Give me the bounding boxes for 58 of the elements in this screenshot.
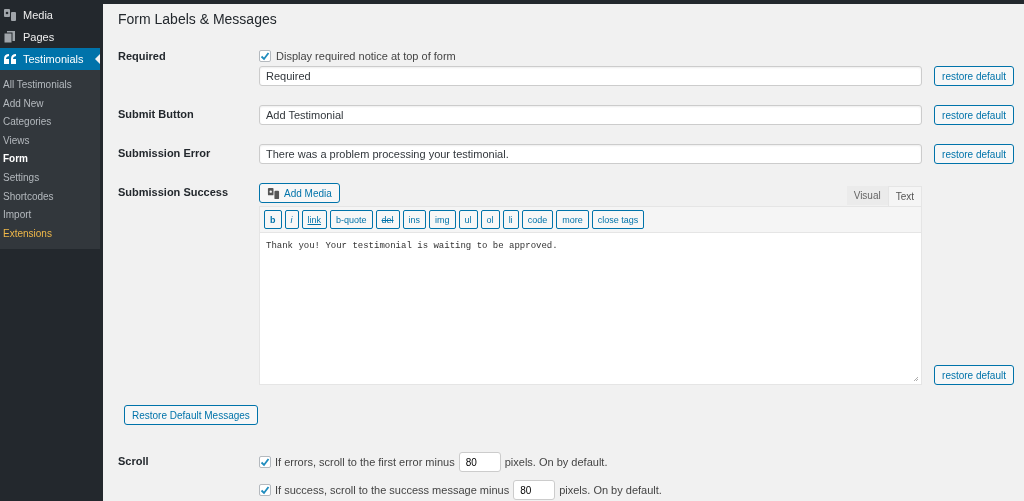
option-label: pixels. On by default. xyxy=(504,456,608,468)
format-button[interactable]: ul xyxy=(458,210,478,229)
submenu-item[interactable]: Add New xyxy=(0,94,100,114)
number-field[interactable]: 80 xyxy=(458,452,501,472)
resize-grip-icon xyxy=(913,376,920,382)
menu-item[interactable]: Pages xyxy=(0,26,100,48)
number-field[interactable]: 80 xyxy=(513,480,556,500)
quote-icon xyxy=(3,53,17,65)
field-label: Scroll xyxy=(118,454,150,469)
format-button[interactable]: code xyxy=(521,210,554,229)
option-label: If errors, scroll to the first error minus xyxy=(275,456,455,468)
editor-tab[interactable]: Visual xyxy=(846,186,888,205)
restore-default-button[interactable]: restore default xyxy=(934,365,1014,385)
submenu-item[interactable]: Categories xyxy=(0,113,100,132)
section-title: Form Labels & Messages xyxy=(118,10,278,29)
checkbox[interactable] xyxy=(259,50,271,62)
submenu-item[interactable]: Shortcodes xyxy=(0,187,100,207)
restore-default-button[interactable]: restore default xyxy=(934,105,1014,125)
option-label: pixels. On by default. xyxy=(559,484,662,496)
format-button[interactable]: del xyxy=(375,210,400,229)
text-field[interactable]: There was a problem processing your testimonial. xyxy=(259,144,923,164)
checkbox[interactable] xyxy=(259,456,271,468)
text-field[interactable]: Required xyxy=(259,66,923,86)
submenu-item[interactable]: Form xyxy=(0,150,100,169)
media-icon xyxy=(3,8,17,22)
option-label: If success, scroll to the success message minus xyxy=(275,484,510,496)
field-label: Required xyxy=(118,49,167,64)
format-button[interactable]: ins xyxy=(402,210,427,229)
field-label: Submission Success xyxy=(118,185,230,200)
checkbox-label: Display required notice at top of form xyxy=(276,50,456,62)
format-button[interactable]: li xyxy=(502,210,519,229)
editor-tab[interactable]: Text xyxy=(887,186,923,206)
format-button[interactable]: link xyxy=(301,210,327,229)
submenu-item[interactable]: Import xyxy=(0,206,100,225)
format-button[interactable]: img xyxy=(429,210,456,229)
menu-item[interactable]: Testimonials xyxy=(0,48,100,70)
text-field[interactable]: Add Testimonial xyxy=(259,105,923,125)
restore-default-messages-button[interactable]: Restore Default Messages xyxy=(124,405,258,425)
submenu-item[interactable]: Settings xyxy=(0,168,100,188)
submenu-item[interactable]: Extensions xyxy=(0,224,100,244)
field-label: Submission Error xyxy=(118,146,212,161)
field-label: Submit Button xyxy=(118,107,195,122)
submenu-item[interactable]: Views xyxy=(0,131,100,151)
restore-default-button[interactable]: restore default xyxy=(934,144,1014,164)
format-button[interactable]: more xyxy=(556,210,589,229)
format-button[interactable]: i xyxy=(284,210,299,229)
submenu-item[interactable]: All Testimonials xyxy=(0,76,100,95)
format-button[interactable]: ol xyxy=(480,210,500,229)
checkbox[interactable] xyxy=(259,484,271,496)
media-icon xyxy=(267,186,280,200)
add-media-button[interactable]: Add Media xyxy=(259,183,340,203)
message-field[interactable]: Thank you! Your testimonial is waiting to be approved. xyxy=(260,233,922,384)
pages-icon xyxy=(3,30,17,44)
format-button[interactable]: b xyxy=(264,210,282,229)
restore-default-button[interactable]: restore default xyxy=(934,66,1014,86)
format-button[interactable]: b-quote xyxy=(330,210,373,229)
menu-item[interactable]: Media xyxy=(0,4,100,26)
format-button[interactable]: close tags xyxy=(591,210,645,229)
